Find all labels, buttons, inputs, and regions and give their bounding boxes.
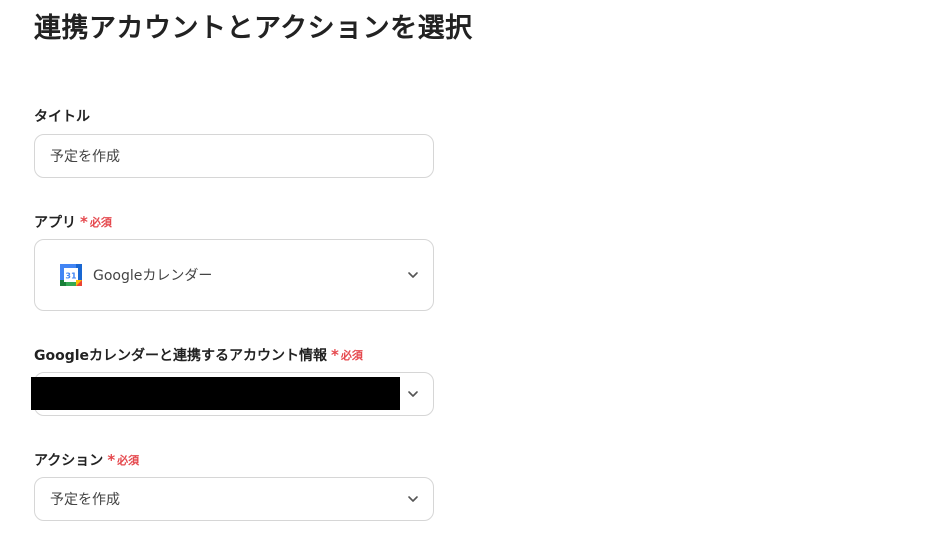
required-text: 必須 <box>89 216 112 229</box>
page-title: 連携アカウントとアクションを選択 <box>34 13 473 44</box>
google-calendar-icon: 31 <box>60 264 82 286</box>
google-calendar-icon-text: 31 <box>65 272 77 281</box>
required-text: 必須 <box>117 454 140 467</box>
chevron-down-icon <box>408 391 418 397</box>
page: 連携アカウントとアクションを選択 タイトル 予定を作成 アプリ * 必須 31 … <box>0 0 946 547</box>
account-label: Googleカレンダーと連携するアカウント情報 * 必須 <box>34 345 363 365</box>
chevron-down-icon <box>408 496 418 502</box>
required-star: * <box>107 450 116 469</box>
required-text: 必須 <box>340 349 363 362</box>
title-label-text: タイトル <box>34 109 90 125</box>
required-badge: * 必須 <box>331 347 363 363</box>
action-label: アクション * 必須 <box>34 450 139 470</box>
title-label: タイトル <box>34 106 90 126</box>
required-star: * <box>80 212 88 231</box>
action-select-value: 予定を作成 <box>50 492 120 508</box>
app-label: アプリ * 必須 <box>34 212 112 232</box>
required-badge: * 必須 <box>107 452 139 468</box>
app-label-text: アプリ <box>34 215 76 231</box>
app-select[interactable]: 31 Googleカレンダー <box>34 239 434 311</box>
required-badge: * 必須 <box>80 214 112 230</box>
chevron-down-icon <box>408 272 418 278</box>
required-star: * <box>331 345 339 364</box>
app-select-value: Googleカレンダー <box>93 268 213 284</box>
action-label-text: アクション <box>34 453 104 469</box>
title-input[interactable]: 予定を作成 <box>34 134 434 178</box>
redaction-block <box>31 377 400 410</box>
action-select[interactable]: 予定を作成 <box>34 477 434 521</box>
title-input-value: 予定を作成 <box>50 149 120 165</box>
account-label-text: Googleカレンダーと連携するアカウント情報 <box>34 348 328 364</box>
